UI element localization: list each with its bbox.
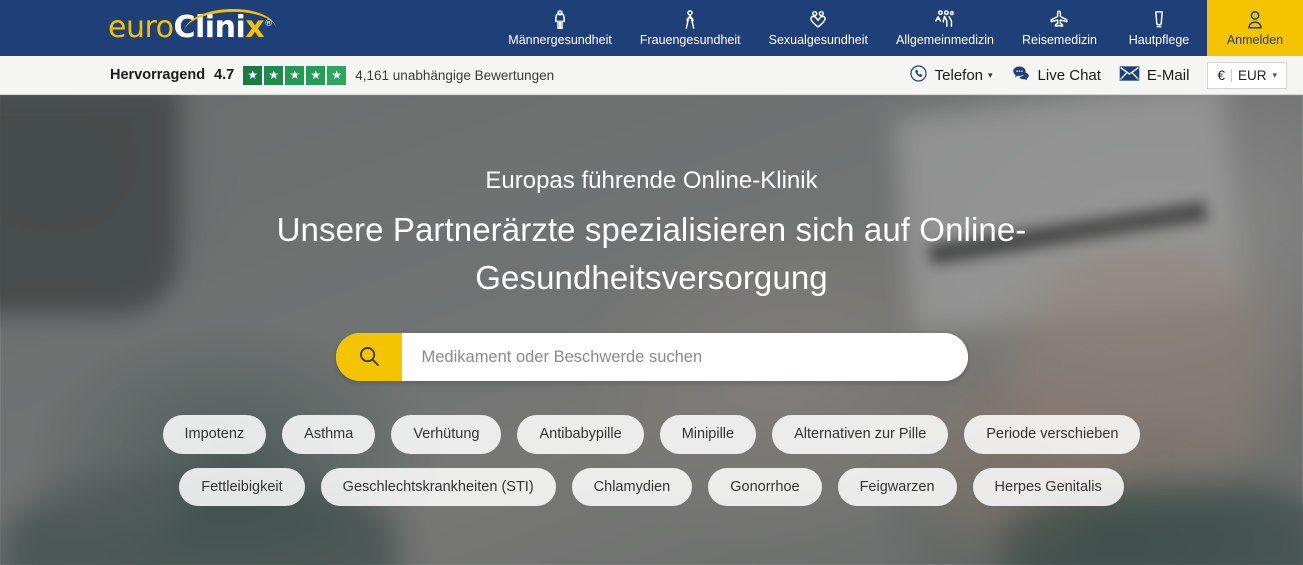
currency-code: EUR bbox=[1237, 67, 1267, 83]
secondary-info-bar: Hervorragend 4.7 ★ ★ ★ ★ ★ 4,161 unabhän… bbox=[0, 56, 1303, 95]
review-count-label: 4,161 unabhängige Bewertungen bbox=[355, 67, 555, 83]
topic-pill[interactable]: Gonorrhoe bbox=[708, 467, 822, 506]
nav-label: Männergesundheit bbox=[508, 33, 612, 48]
star-icon: ★ bbox=[327, 65, 347, 85]
envelope-icon bbox=[1119, 65, 1140, 86]
topic-pill[interactable]: Impotenz bbox=[162, 415, 267, 454]
primary-nav-items: Männergesundheit Frauengesundheit Sexual… bbox=[313, 0, 1303, 56]
star-icon: ★ bbox=[264, 65, 284, 85]
nav-item-sexualgesundheit[interactable]: Sexualgesundheit bbox=[755, 0, 882, 56]
hero-eyebrow: Europas führende Online-Klinik bbox=[485, 167, 818, 194]
topic-pill[interactable]: Periode verschieben bbox=[964, 415, 1141, 454]
email-label: E-Mail bbox=[1146, 66, 1190, 84]
topic-pill[interactable]: Antibabypille bbox=[517, 415, 644, 454]
live-chat-label: Live Chat bbox=[1037, 66, 1101, 84]
nav-item-allgemeinmedizin[interactable]: Allgemeinmedizin bbox=[882, 0, 1008, 56]
currency-selector[interactable]: € EUR ▾ bbox=[1207, 61, 1287, 89]
quick-topic-links: Impotenz Asthma Verhütung Antibabypille … bbox=[0, 415, 1303, 519]
nav-item-maennergesundheit[interactable]: Männergesundheit bbox=[494, 0, 626, 56]
chevron-down-icon: ▾ bbox=[988, 69, 993, 80]
topic-pill[interactable]: Herpes Genitalis bbox=[972, 467, 1124, 506]
star-rating: ★ ★ ★ ★ ★ bbox=[243, 65, 347, 85]
page-title: Unsere Partnerärzte spezialisieren sich … bbox=[276, 210, 1027, 296]
contact-options: Telefon ▾ Live Chat E-Mail € EUR ▾ bbox=[909, 61, 1303, 89]
airplane-icon bbox=[1047, 9, 1071, 31]
trust-rating-score: 4.7 bbox=[214, 67, 235, 83]
nav-label: Frauengesundheit bbox=[639, 33, 741, 48]
star-icon: ★ bbox=[306, 65, 326, 85]
hero-search-box bbox=[335, 333, 968, 382]
trustpilot-rating[interactable]: Hervorragend 4.7 ★ ★ ★ ★ ★ 4,161 unabhän… bbox=[0, 65, 555, 85]
logo-text-clini: Clini bbox=[173, 10, 246, 45]
search-input[interactable] bbox=[401, 333, 968, 382]
euroclinix-logo: euroClinix® bbox=[108, 7, 277, 45]
hero-section: Europas führende Online-Klinik Unsere Pa… bbox=[0, 95, 1303, 565]
search-icon bbox=[357, 344, 381, 371]
chat-bubble-icon bbox=[1011, 64, 1031, 87]
sexual-health-icon bbox=[807, 9, 829, 31]
topic-pill[interactable]: Alternativen zur Pille bbox=[772, 415, 949, 454]
topic-pill[interactable]: Feigwarzen bbox=[837, 467, 957, 506]
nav-label: Allgemeinmedizin bbox=[896, 33, 994, 48]
chevron-down-icon: ▾ bbox=[1272, 69, 1277, 80]
nav-label: Reisemedizin bbox=[1021, 33, 1097, 48]
topic-pill[interactable]: Asthma bbox=[282, 415, 376, 454]
nav-item-reisemedizin[interactable]: Reisemedizin bbox=[1008, 0, 1111, 56]
topic-pill[interactable]: Verhütung bbox=[391, 415, 502, 454]
topic-pill[interactable]: Chlamydien bbox=[571, 467, 693, 506]
currency-symbol: € bbox=[1217, 67, 1225, 83]
logo-text-euro: euro bbox=[108, 10, 174, 45]
trust-rating-word: Hervorragend bbox=[110, 67, 206, 83]
nav-item-hautpflege[interactable]: Hautpflege bbox=[1111, 0, 1207, 56]
phone-label: Telefon bbox=[934, 66, 984, 84]
nav-item-anmelden[interactable]: Anmelden bbox=[1207, 0, 1303, 56]
topic-pill[interactable]: Geschlechtskrankheiten (STI) bbox=[320, 467, 556, 506]
email-link[interactable]: E-Mail bbox=[1119, 65, 1190, 86]
nav-item-frauengesundheit[interactable]: Frauengesundheit bbox=[626, 0, 755, 56]
logo-text-x: x bbox=[245, 10, 265, 45]
topic-pill[interactable]: Minipille bbox=[659, 415, 757, 454]
quick-topic-row-2: Fettleibigkeit Geschlechtskrankheiten (S… bbox=[0, 467, 1303, 506]
general-medicine-icon bbox=[933, 9, 957, 31]
skincare-tube-icon bbox=[1148, 9, 1170, 31]
live-chat-link[interactable]: Live Chat bbox=[1011, 64, 1101, 87]
currency-divider bbox=[1230, 68, 1232, 82]
user-icon bbox=[1244, 9, 1266, 31]
top-navigation-bar: euroClinix® Männergesundheit Frauengesun… bbox=[0, 0, 1303, 56]
logo-registered-mark: ® bbox=[264, 19, 273, 29]
star-icon: ★ bbox=[285, 65, 305, 85]
search-submit-button[interactable] bbox=[335, 333, 402, 382]
star-icon: ★ bbox=[243, 65, 263, 85]
nav-label: Sexualgesundheit bbox=[768, 33, 868, 48]
phone-dropdown[interactable]: Telefon ▾ bbox=[909, 64, 993, 87]
nav-label: Hautpflege bbox=[1128, 33, 1190, 48]
nav-label: Anmelden bbox=[1226, 33, 1284, 48]
male-health-icon bbox=[549, 9, 571, 31]
logo-link[interactable]: euroClinix® bbox=[0, 0, 313, 56]
phone-icon bbox=[909, 64, 928, 87]
quick-topic-row-1: Impotenz Asthma Verhütung Antibabypille … bbox=[0, 415, 1303, 454]
female-health-icon bbox=[679, 9, 701, 31]
topic-pill[interactable]: Fettleibigkeit bbox=[179, 467, 305, 506]
